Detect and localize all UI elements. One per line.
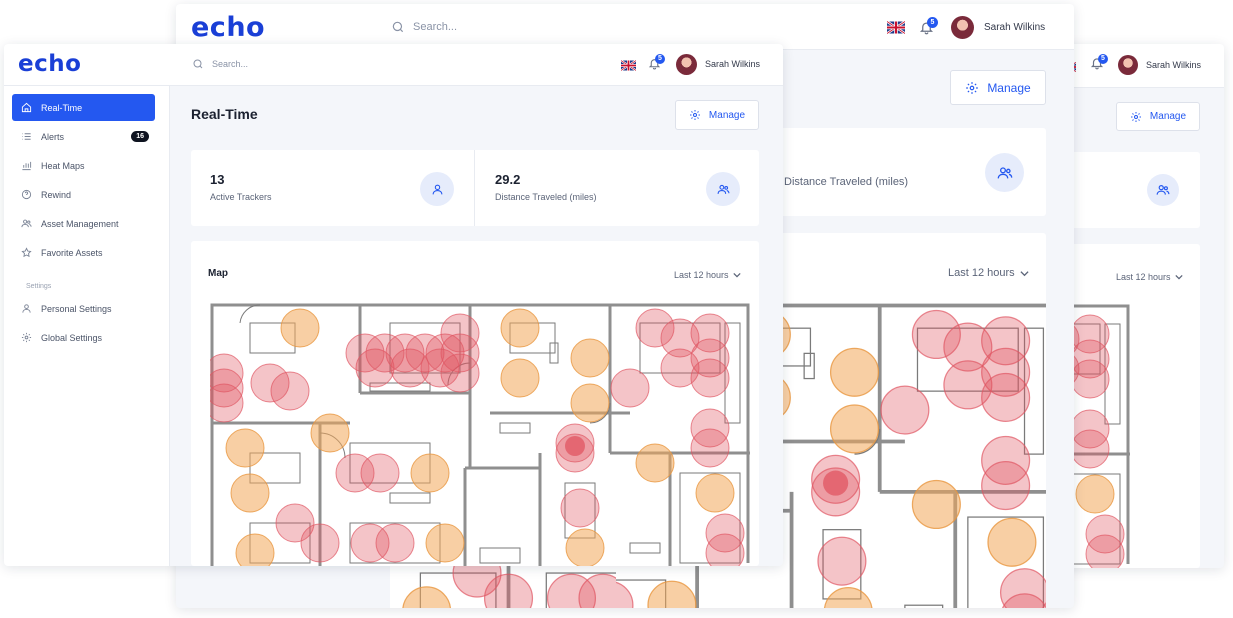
user-name[interactable]: Sarah Wilkins — [984, 22, 1045, 33]
time-range-dropdown[interactable]: Last 12 hours — [1116, 272, 1183, 282]
sidebar-item-label: Asset Management — [41, 218, 119, 229]
manage-button[interactable]: Manage — [1116, 102, 1200, 131]
search-icon — [392, 21, 404, 33]
sidebar: Real-Time Alerts 16 Heat Maps Rewind Ass… — [4, 86, 170, 566]
time-range-label: Last 12 hours — [948, 267, 1015, 279]
avatar[interactable] — [951, 16, 974, 39]
sidebar-item-label: Personal Settings — [41, 303, 112, 314]
map-card: Map Last 12 hours — [191, 241, 759, 566]
gear-icon — [21, 332, 32, 343]
manage-label: Manage — [987, 80, 1031, 95]
list-icon — [22, 133, 31, 140]
stat-label-active-trackers: Active Trackers — [210, 192, 272, 202]
chevron-down-icon — [1174, 274, 1183, 280]
sidebar-item-label: Favorite Assets — [41, 247, 103, 258]
stat-label-distance: Distance Traveled (miles) — [495, 192, 597, 202]
floor-plan-strip — [390, 566, 616, 608]
avatar[interactable] — [676, 54, 697, 75]
echo-logo[interactable]: echo — [191, 12, 265, 43]
alerts-count-badge: 16 — [131, 131, 149, 142]
user-icon — [22, 304, 31, 313]
front-window: echo Search... 5 Sarah Wilkins Real-Time… — [4, 44, 783, 566]
stat-value-distance: 29.2 — [495, 172, 521, 187]
uk-flag-icon[interactable] — [620, 58, 637, 76]
notification-badge: 5 — [1098, 54, 1108, 64]
search-placeholder: Search... — [413, 21, 458, 33]
sidebar-item-heat-maps[interactable]: Heat Maps — [12, 152, 155, 179]
star-icon — [21, 247, 32, 258]
users-icon — [21, 219, 32, 228]
notification-badge: 5 — [927, 17, 938, 28]
user-name[interactable]: Sarah Wilkins — [1146, 60, 1201, 70]
manage-label: Manage — [1149, 111, 1187, 122]
user-name[interactable]: Sarah Wilkins — [705, 59, 760, 69]
page-title: Real-Time — [191, 106, 258, 122]
time-range-label: Last 12 hours — [1116, 272, 1171, 282]
gear-icon — [1130, 111, 1141, 122]
chevron-down-icon — [732, 272, 741, 278]
user-icon — [420, 172, 454, 206]
search-input[interactable]: Search... — [192, 58, 248, 70]
manage-label: Manage — [708, 109, 746, 121]
search-placeholder: Search... — [212, 59, 249, 69]
manage-button[interactable]: Manage — [675, 100, 759, 130]
search-input[interactable]: Search... — [391, 20, 457, 34]
stats-card: 13 Active Trackers 29.2 Distance Travele… — [191, 150, 759, 226]
notification-badge: 5 — [655, 54, 665, 64]
sidebar-item-label: Global Settings — [41, 332, 103, 343]
gear-icon — [966, 81, 979, 94]
stat-value-active-trackers: 13 — [210, 172, 225, 187]
sidebar-item-asset-management[interactable]: Asset Management — [12, 210, 155, 237]
manage-button[interactable]: Manage — [950, 70, 1046, 105]
users-icon — [985, 153, 1024, 192]
sidebar-item-label: Heat Maps — [41, 160, 85, 171]
echo-logo[interactable]: echo — [18, 51, 81, 77]
time-range-dropdown[interactable]: Last 12 hours — [674, 270, 741, 280]
bar-chart-icon — [22, 161, 32, 171]
time-range-dropdown[interactable]: Last 12 hours — [948, 267, 1029, 279]
sidebar-item-real-time[interactable]: Real-Time — [12, 94, 155, 121]
avatar[interactable] — [1118, 55, 1138, 75]
floor-plan-map[interactable] — [210, 303, 750, 566]
header-bar: echo Search... 5 Sarah Wilkins — [4, 44, 783, 86]
sidebar-item-alerts[interactable]: Alerts 16 — [12, 123, 155, 150]
users-icon — [706, 172, 740, 206]
search-icon — [193, 59, 203, 69]
sidebar-item-label: Real-Time — [41, 102, 83, 113]
home-icon — [21, 102, 32, 113]
sidebar-item-favorite-assets[interactable]: Favorite Assets — [12, 239, 155, 266]
sidebar-item-label: Alerts — [41, 131, 65, 142]
time-range-label: Last 12 hours — [674, 270, 729, 280]
sidebar-item-personal-settings[interactable]: Personal Settings — [12, 295, 155, 322]
gear-icon — [689, 110, 700, 120]
uk-flag-icon[interactable] — [886, 20, 906, 39]
sidebar-item-rewind[interactable]: Rewind — [12, 181, 155, 208]
stat-label: Distance Traveled (miles) — [784, 176, 909, 188]
stats-divider — [474, 150, 475, 226]
map-title: Map — [208, 268, 228, 279]
sidebar-item-label: Rewind — [41, 189, 72, 200]
sidebar-item-global-settings[interactable]: Global Settings — [12, 324, 155, 351]
help-circle-icon — [21, 189, 32, 200]
users-icon — [1147, 174, 1179, 206]
chevron-down-icon — [1020, 270, 1029, 276]
settings-section-label: Settings — [26, 283, 52, 290]
